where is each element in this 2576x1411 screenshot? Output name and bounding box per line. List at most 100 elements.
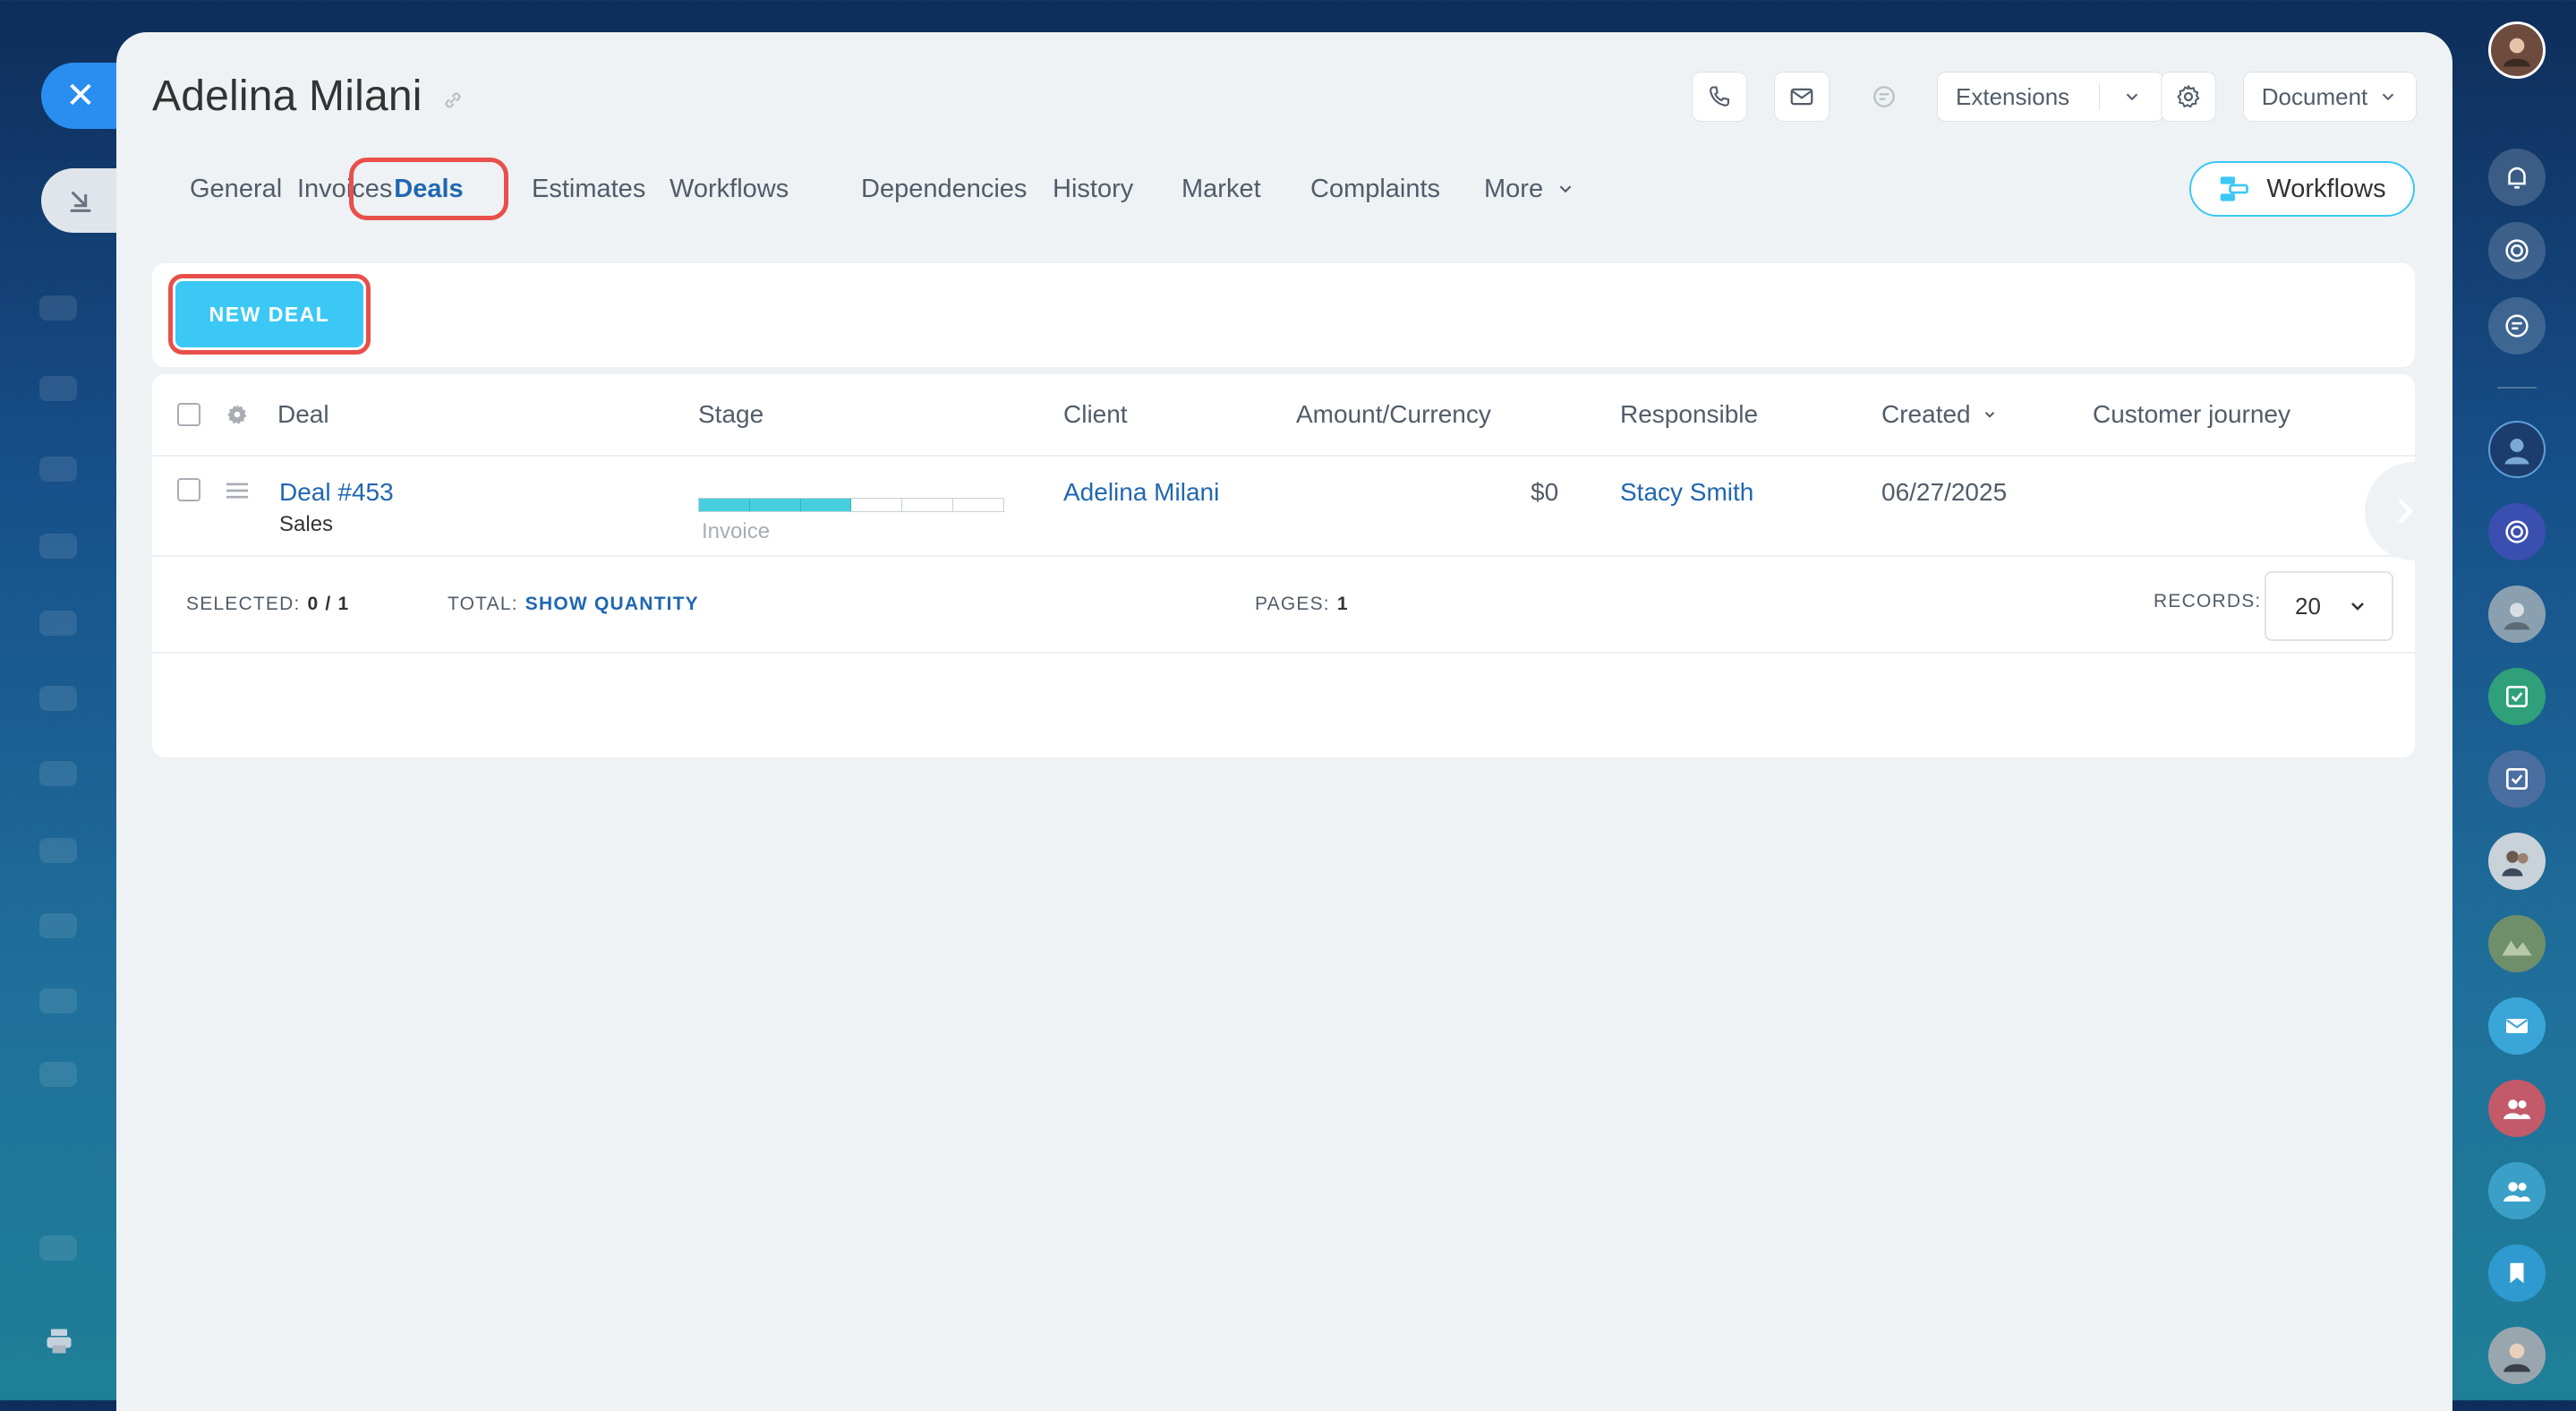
call-button[interactable] [1692, 72, 1747, 122]
tab-dependencies[interactable]: Dependencies [861, 158, 1027, 220]
tab-label: Dependencies [861, 174, 1028, 203]
page-title: Adelina Milani [152, 73, 422, 120]
printer-icon[interactable] [43, 1325, 75, 1357]
close-slider-button[interactable]: ✕ [41, 63, 120, 129]
sidebar-ghost-item [39, 761, 77, 786]
tab-general[interactable]: General [190, 158, 282, 220]
people-icon [2503, 1182, 2530, 1201]
contact-avatar[interactable] [2488, 586, 2546, 643]
column-header-customer-journey[interactable]: Customer journey [2093, 374, 2290, 455]
minimize-icon [70, 191, 91, 212]
contact-avatar[interactable] [2488, 421, 2546, 478]
column-header-created[interactable]: Created [1881, 374, 1998, 455]
column-header-amount[interactable]: Amount/Currency [1296, 374, 1491, 455]
stage-segment [800, 499, 852, 511]
records-per-page-select[interactable]: 20 [2265, 571, 2393, 641]
person-icon [2503, 38, 2530, 67]
deals-grid: Deal Stage Client Amount/Currency Respon… [152, 374, 2415, 757]
email-button[interactable] [1774, 72, 1830, 122]
chevron-down-icon [1559, 185, 1572, 193]
copilot-icon [2505, 239, 2529, 262]
tab-more[interactable]: More [1484, 158, 1575, 220]
stage-label: Invoice [702, 519, 771, 543]
pages-value: 1 [1336, 594, 1349, 614]
column-header-label: Created [1881, 400, 1971, 428]
chevron-down-icon [2383, 93, 2394, 101]
phone-icon [1710, 86, 1729, 107]
sidebar-ghost-item [39, 611, 77, 636]
sidebar-ghost-item [39, 838, 77, 863]
new-deal-button[interactable]: NEW DEAL [175, 281, 363, 347]
selected-label: SELECTED: [186, 594, 301, 614]
tab-label: Workflows [670, 174, 789, 203]
show-quantity-link[interactable]: SHOW QUANTITY [525, 594, 699, 615]
chat-button[interactable] [2488, 297, 2546, 355]
stage-segment [749, 499, 801, 511]
chevron-right-icon [2398, 499, 2414, 524]
deal-title-link[interactable]: Deal #453 [279, 478, 394, 507]
extensions-label: Extensions [1956, 82, 2070, 110]
notifications-button[interactable] [2488, 149, 2546, 206]
created-date: 06/27/2025 [1881, 478, 2008, 506]
link-icon[interactable] [440, 88, 465, 113]
person-icon [2504, 439, 2529, 465]
person-icon [2503, 1343, 2530, 1373]
document-dropdown[interactable]: Document [2243, 72, 2417, 122]
column-header-client[interactable]: Client [1063, 374, 1128, 455]
contact-avatar[interactable] [2488, 1327, 2546, 1384]
tasks-chat-button[interactable] [2488, 668, 2546, 725]
workflows-button[interactable]: Workflows [2189, 161, 2415, 217]
group-chat-button[interactable] [2488, 1080, 2546, 1137]
total-label: TOTAL: [448, 594, 518, 614]
table-row[interactable]: Deal #453 Sales Invoice Adelina Milani $… [152, 457, 2415, 557]
stage-segment [699, 499, 750, 511]
tab-deals[interactable]: Deals [349, 158, 508, 220]
minimize-slider-button[interactable] [41, 168, 120, 233]
sidebar-ghost-item [39, 295, 77, 321]
mail-button[interactable] [2488, 997, 2546, 1055]
tab-workflows[interactable]: Workflows [670, 158, 789, 220]
document-label: Document [2261, 82, 2368, 110]
settings-button[interactable] [2161, 72, 2216, 122]
amount-value: $0 [1531, 478, 1559, 506]
responsible-link[interactable]: Stacy Smith [1620, 478, 1753, 507]
chat-button[interactable] [1856, 72, 1912, 122]
column-header-responsible[interactable]: Responsible [1620, 374, 1758, 455]
copilot-icon [2505, 520, 2529, 543]
stage-segment [902, 499, 954, 511]
copilot-chat-button[interactable] [2488, 503, 2546, 560]
group-chat-button[interactable] [2488, 1162, 2546, 1219]
tasks-chat-button[interactable] [2488, 750, 2546, 808]
tab-label: History [1053, 174, 1134, 203]
tab-history[interactable]: History [1053, 158, 1133, 220]
bookmark-icon [2510, 1262, 2524, 1284]
workflows-button-label: Workflows [2266, 174, 2386, 203]
sidebar-ghost-item [39, 376, 77, 401]
row-checkbox[interactable] [177, 478, 200, 501]
sidebar-ghost-item [39, 457, 77, 482]
extensions-dropdown[interactable]: Extensions [1937, 72, 2164, 122]
deal-pipeline: Sales [279, 512, 334, 536]
column-header-stage[interactable]: Stage [698, 374, 763, 455]
workflow-icon [2221, 176, 2249, 201]
tab-complaints[interactable]: Complaints [1310, 158, 1440, 220]
bookmark-button[interactable] [2488, 1244, 2546, 1302]
user-avatar[interactable] [2488, 21, 2546, 79]
client-link[interactable]: Adelina Milani [1063, 478, 1219, 507]
sort-down-icon [1984, 412, 1994, 418]
gear-icon[interactable] [224, 401, 251, 428]
tab-market[interactable]: Market [1181, 158, 1261, 220]
records-value: 20 [2295, 592, 2321, 620]
group-avatar[interactable] [2488, 833, 2546, 890]
tab-label: More [1484, 174, 1544, 203]
row-menu-icon[interactable] [224, 480, 251, 501]
copilot-button[interactable] [2488, 222, 2546, 279]
tab-estimates[interactable]: Estimates [532, 158, 645, 220]
column-header-deal[interactable]: Deal [277, 374, 329, 455]
select-all-checkbox[interactable] [177, 403, 200, 426]
total-count: TOTAL: SHOW QUANTITY [448, 557, 699, 652]
stage-progress-bar[interactable] [698, 498, 1004, 512]
group-avatar[interactable] [2488, 915, 2546, 972]
chevron-down-icon [2100, 87, 2163, 107]
selected-count: SELECTED: 0 / 1 [186, 557, 349, 652]
